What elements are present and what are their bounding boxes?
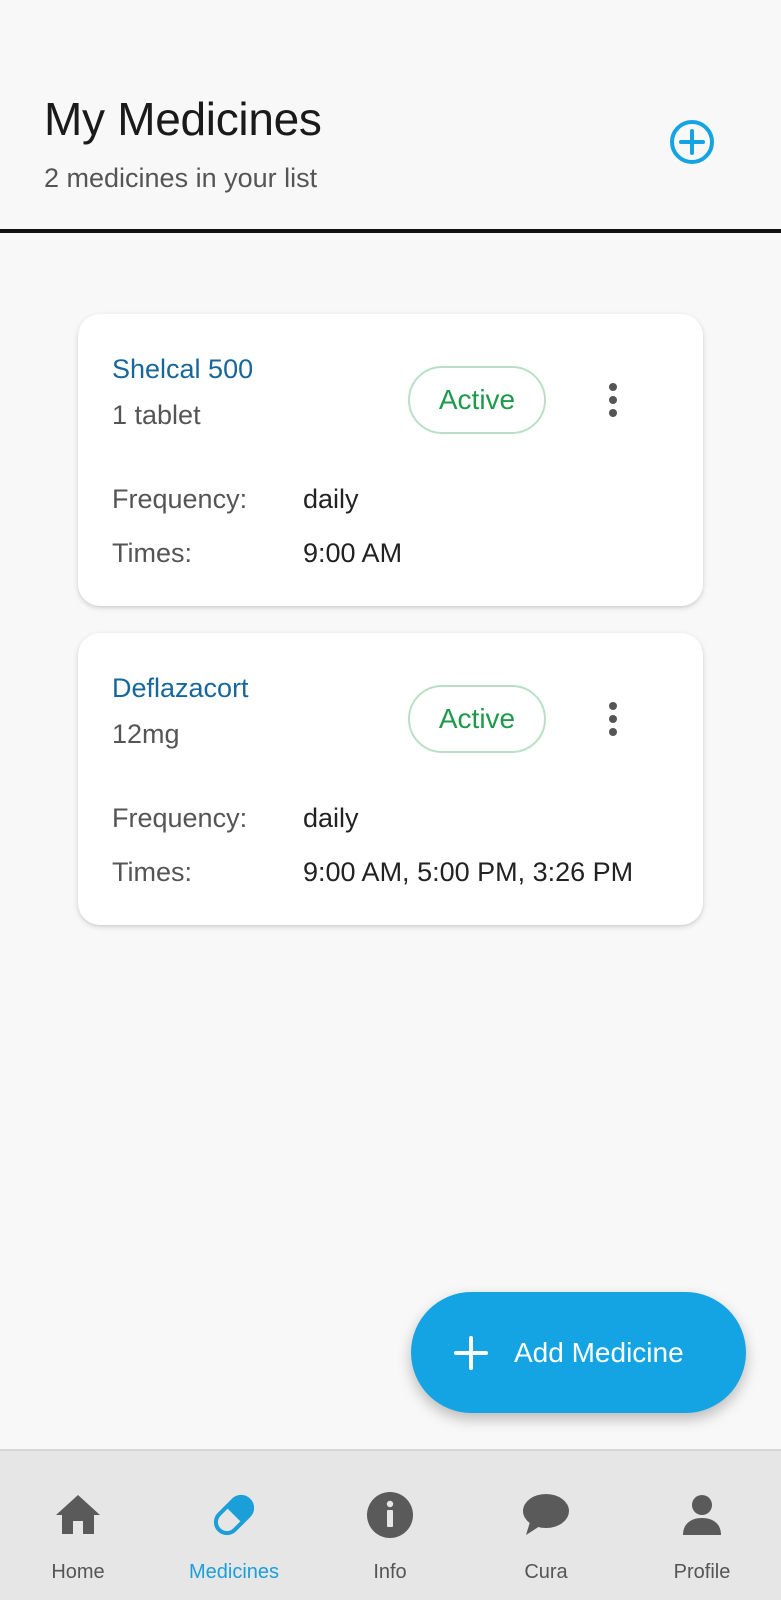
more-options-button[interactable] xyxy=(598,697,628,741)
nav-item-profile[interactable]: Profile xyxy=(624,1451,780,1600)
chat-bubble-icon xyxy=(520,1489,572,1541)
medicine-card[interactable]: Shelcal 500 1 tablet Active Frequency: d… xyxy=(78,314,703,606)
page-title: My Medicines xyxy=(44,93,322,145)
nav-label-home: Home xyxy=(51,1561,105,1583)
medicine-dose: 12mg xyxy=(112,719,180,749)
status-badge: Active xyxy=(408,366,546,434)
nav-label-profile: Profile xyxy=(673,1561,731,1583)
pill-icon xyxy=(208,1489,260,1541)
frequency-value: daily xyxy=(303,484,359,514)
plus-circle-icon xyxy=(670,120,714,164)
plus-icon xyxy=(451,1333,491,1373)
nav-item-cura[interactable]: Cura xyxy=(468,1451,624,1600)
status-badge: Active xyxy=(408,685,546,753)
nav-label-medicines: Medicines xyxy=(188,1561,280,1583)
medicines-screen: My Medicines 2 medicines in your list Sh… xyxy=(0,0,781,1600)
times-value: 9:00 AM, 5:00 PM, 3:26 PM xyxy=(303,857,634,887)
frequency-label: Frequency: xyxy=(112,484,248,514)
page-header: My Medicines 2 medicines in your list xyxy=(0,0,781,233)
info-icon xyxy=(364,1489,416,1541)
medicine-name: Deflazacort xyxy=(112,673,249,703)
add-medicine-button[interactable]: Add Medicine xyxy=(411,1292,746,1413)
home-icon xyxy=(52,1489,104,1541)
times-value: 9:00 AM xyxy=(303,538,403,568)
more-options-button[interactable] xyxy=(598,378,628,422)
page-subtitle: 2 medicines in your list xyxy=(44,163,318,193)
header-add-button[interactable] xyxy=(668,118,716,166)
bottom-navigation: Home Medicines Info Cura Profile xyxy=(0,1449,781,1600)
times-label: Times: xyxy=(112,857,192,887)
times-label: Times: xyxy=(112,538,192,568)
more-vertical-icon xyxy=(609,383,617,417)
nav-label-info: Info xyxy=(373,1561,407,1583)
person-icon xyxy=(676,1489,728,1541)
medicine-name: Shelcal 500 xyxy=(112,354,254,384)
nav-item-home[interactable]: Home xyxy=(0,1451,156,1600)
nav-item-info[interactable]: Info xyxy=(312,1451,468,1600)
medicine-dose: 1 tablet xyxy=(112,400,201,430)
more-vertical-icon xyxy=(609,702,617,736)
add-medicine-label: Add Medicine xyxy=(514,1336,684,1368)
frequency-label: Frequency: xyxy=(112,803,248,833)
frequency-value: daily xyxy=(303,803,359,833)
nav-label-cura: Cura xyxy=(524,1561,568,1583)
nav-item-medicines[interactable]: Medicines xyxy=(156,1451,312,1600)
medicine-card[interactable]: Deflazacort 12mg Active Frequency: daily… xyxy=(78,633,703,925)
